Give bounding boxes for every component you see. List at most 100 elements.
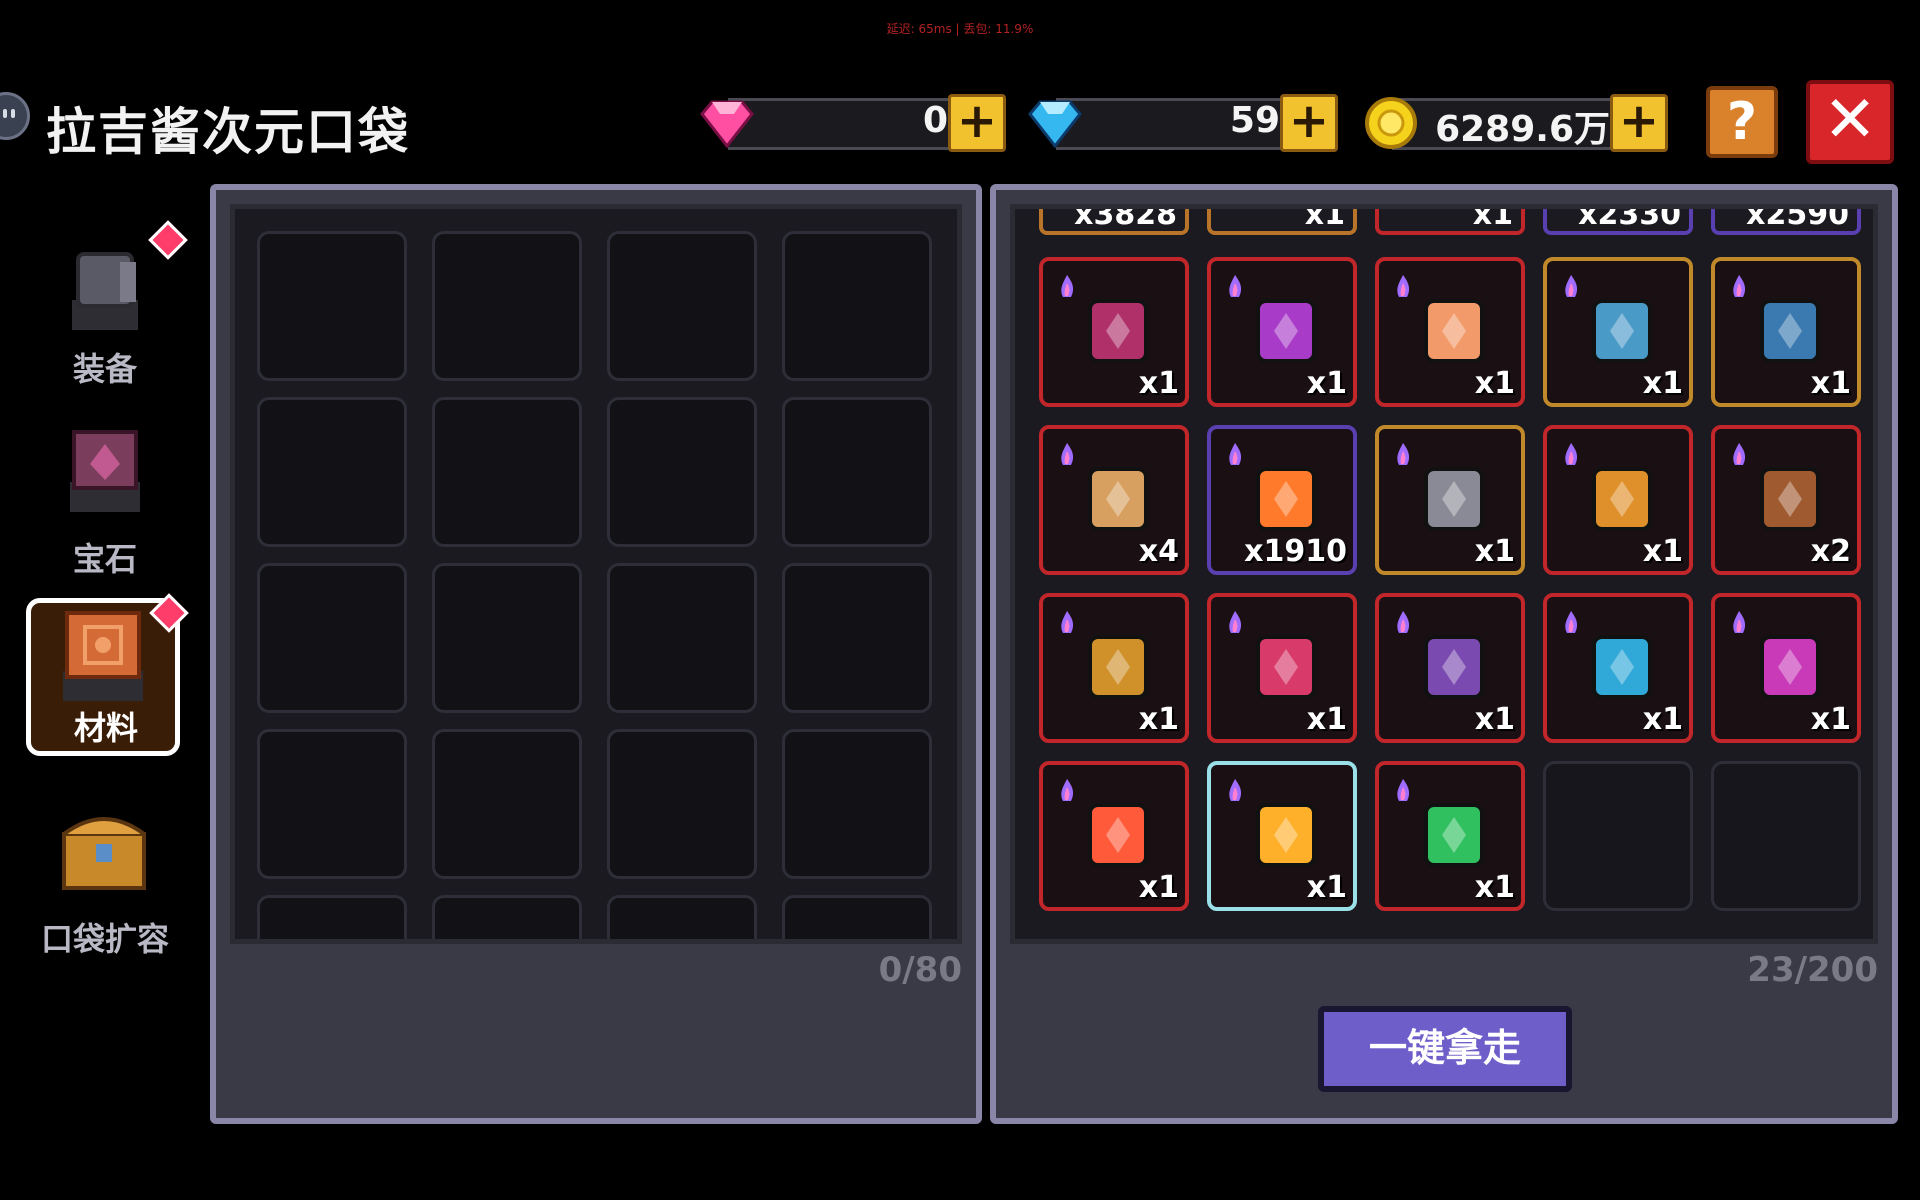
- item-slot-golden-book[interactable]: x1: [1543, 425, 1693, 575]
- empty-slot[interactable]: [1711, 761, 1861, 911]
- empty-slot[interactable]: [607, 563, 757, 713]
- dark-crystal-icon: [1088, 299, 1148, 363]
- empty-slot[interactable]: [257, 397, 407, 547]
- take-all-button[interactable]: 一键拿走: [1318, 1006, 1572, 1092]
- item-quantity: x1: [1474, 366, 1515, 401]
- purple-flame-icon: [1733, 443, 1746, 465]
- empty-slot[interactable]: [432, 397, 582, 547]
- empty-slot[interactable]: [607, 729, 757, 879]
- item-quantity: x1: [1306, 702, 1347, 737]
- gold-coin-icon: [1365, 97, 1417, 149]
- empty-slot[interactable]: [607, 397, 757, 547]
- currency-value: 6289.6万: [1435, 109, 1610, 150]
- empty-slot[interactable]: [257, 231, 407, 381]
- item-slot-orange-star-fragment[interactable]: x1910: [1207, 425, 1357, 575]
- empty-slot[interactable]: [782, 895, 932, 939]
- empty-slot[interactable]: [1543, 761, 1693, 911]
- blue-diamond-icon: [1028, 100, 1082, 149]
- close-button[interactable]: ✕: [1806, 80, 1894, 164]
- item-slot-partial[interactable]: x2330: [1543, 209, 1693, 235]
- empty-slot[interactable]: [607, 231, 757, 381]
- ore-stone-icon: [1424, 467, 1484, 531]
- notification-dot: [148, 220, 188, 260]
- add-diamond-button[interactable]: +: [1280, 94, 1338, 152]
- item-quantity: x1: [1474, 702, 1515, 737]
- item-quantity: x1: [1304, 204, 1345, 232]
- currency-blue-diamond: 59 +: [1026, 94, 1338, 154]
- add-gold-button[interactable]: +: [1610, 94, 1668, 152]
- purple-flame-icon: [1229, 443, 1242, 465]
- purple-orb-gem-icon: [1256, 299, 1316, 363]
- item-quantity: x2330: [1578, 204, 1681, 232]
- back-button[interactable]: [0, 92, 30, 140]
- empty-slot[interactable]: [257, 729, 407, 879]
- item-quantity: x1: [1810, 702, 1851, 737]
- currency-value: 59: [1229, 100, 1280, 141]
- nav-equipment[interactable]: 装备: [30, 220, 188, 400]
- empty-slot[interactable]: [257, 895, 407, 939]
- skeleton-warrior-icon: [1088, 467, 1148, 531]
- empty-slot[interactable]: [782, 397, 932, 547]
- nav-label: 宝石: [72, 540, 137, 578]
- item-slot-blue-rune-tablet[interactable]: x1: [1543, 257, 1693, 407]
- empty-slot[interactable]: [432, 729, 582, 879]
- help-button[interactable]: ?: [1706, 86, 1778, 158]
- left-slot-grid: [230, 204, 962, 944]
- magenta-gem-cube-icon: [1760, 635, 1820, 699]
- empty-slot[interactable]: [432, 563, 582, 713]
- item-slot-ruby-ore[interactable]: x1: [1207, 593, 1357, 743]
- item-slot-red-crystal-ball[interactable]: x1: [1039, 761, 1189, 911]
- item-slot-fire-gem[interactable]: x1: [1207, 761, 1357, 911]
- nav-label: 材料: [73, 709, 138, 747]
- item-slot-partial[interactable]: x3828: [1039, 209, 1189, 235]
- item-slot-rune-blueprint[interactable]: x1: [1711, 257, 1861, 407]
- nav-expand-pocket[interactable]: 口袋扩容: [30, 790, 180, 970]
- item-slot-partial[interactable]: x1: [1375, 209, 1525, 235]
- right-storage-panel: x3828 x1 x1 x2330 x2590 x1 x1 x1 x1 x1 x4 x1910 x1 x…: [990, 184, 1898, 1124]
- item-slot-skeleton-warrior[interactable]: x4: [1039, 425, 1189, 575]
- item-slot-dark-crystal[interactable]: x1: [1039, 257, 1189, 407]
- item-slot-green-portal-orb[interactable]: x1: [1375, 761, 1525, 911]
- item-slot-ore-stone[interactable]: x1: [1375, 425, 1525, 575]
- purple-flame-icon: [1565, 443, 1578, 465]
- cyan-rune-blueprint-icon: [1592, 635, 1652, 699]
- nav-gems[interactable]: 宝石: [30, 410, 180, 590]
- empty-slot[interactable]: [782, 729, 932, 879]
- blue-rune-tablet-icon: [1592, 299, 1652, 363]
- item-slot-cyan-rune-blueprint[interactable]: x1: [1543, 593, 1693, 743]
- girl-portrait-card-icon: [1424, 299, 1484, 363]
- item-slot-purple-hair-girl-card[interactable]: x1: [1375, 593, 1525, 743]
- item-slot-partial[interactable]: x1: [1207, 209, 1357, 235]
- gem-icon: [70, 430, 140, 512]
- ruby-ore-icon: [1256, 635, 1316, 699]
- red-crystal-ball-icon: [1088, 803, 1148, 867]
- item-quantity: x1: [1472, 204, 1513, 232]
- item-quantity: x1910: [1244, 534, 1347, 569]
- item-slot-bearded-hero-card[interactable]: x2: [1711, 425, 1861, 575]
- empty-slot[interactable]: [432, 231, 582, 381]
- item-slot-purple-orb-gem[interactable]: x1: [1207, 257, 1357, 407]
- purple-flame-icon: [1397, 779, 1410, 801]
- purple-flame-icon: [1229, 779, 1242, 801]
- purple-flame-icon: [1397, 443, 1410, 465]
- item-quantity: x1: [1306, 870, 1347, 905]
- golden-book-icon: [1592, 467, 1652, 531]
- empty-slot[interactable]: [782, 563, 932, 713]
- add-pink-gem-button[interactable]: +: [948, 94, 1006, 152]
- item-quantity: x2: [1810, 534, 1851, 569]
- item-slot-magenta-gem-cube[interactable]: x1: [1711, 593, 1861, 743]
- empty-slot[interactable]: [257, 563, 407, 713]
- item-slot-partial[interactable]: x2590: [1711, 209, 1861, 235]
- item-slot-bearded-hero-card-gold[interactable]: x1: [1039, 593, 1189, 743]
- pink-gem-icon: [700, 100, 754, 149]
- armor-icon: [72, 252, 138, 330]
- empty-slot[interactable]: [782, 231, 932, 381]
- right-item-grid: x3828 x1 x1 x2330 x2590 x1 x1 x1 x1 x1 x4 x1910 x1 x…: [1010, 204, 1878, 944]
- item-quantity: x1: [1642, 702, 1683, 737]
- network-status: 延迟: 65ms | 丢包: 11.9%: [886, 22, 1034, 36]
- empty-slot[interactable]: [432, 895, 582, 939]
- item-slot-girl-portrait-card[interactable]: x1: [1375, 257, 1525, 407]
- nav-materials[interactable]: 材料: [26, 593, 189, 756]
- purple-flame-icon: [1061, 275, 1074, 297]
- empty-slot[interactable]: [607, 895, 757, 939]
